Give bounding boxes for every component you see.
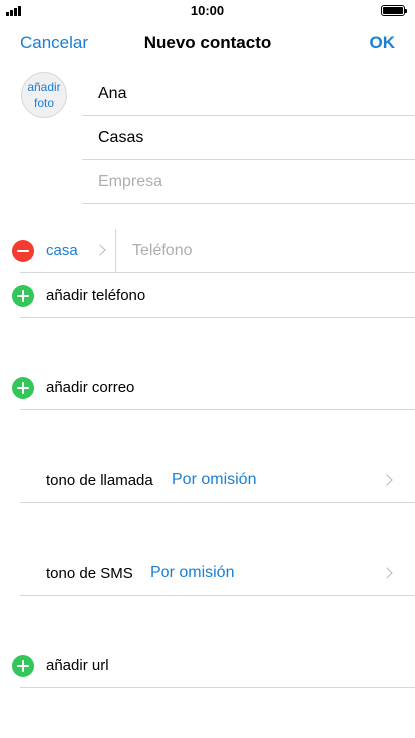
battery-level — [383, 7, 403, 14]
status-time: 10:00 — [190, 3, 225, 18]
ringtone-label: tono de llamada — [46, 472, 153, 489]
row-separator — [20, 409, 415, 410]
status-bar: 10:00 — [0, 0, 415, 22]
plus-circle-icon[interactable] — [12, 285, 34, 307]
add-phone-row[interactable]: añadir teléfono — [0, 274, 415, 318]
add-phone-label: añadir teléfono — [46, 287, 146, 304]
ringtone-row[interactable]: tono de llamada Por omisión — [0, 459, 415, 503]
chevron-right-icon — [381, 474, 393, 486]
cancel-button[interactable]: Cancelar — [20, 33, 88, 53]
phone-type-label[interactable]: casa — [46, 242, 78, 259]
last-name-field[interactable] — [82, 116, 415, 159]
sms-tone-value: Por omisión — [150, 564, 235, 581]
nav-bar: Cancelar Nuevo contacto OK — [0, 22, 415, 66]
first-name-field[interactable] — [82, 72, 415, 115]
row-separator — [20, 595, 415, 596]
phone-entry-row: casa — [0, 229, 415, 273]
first-name-row — [82, 72, 415, 116]
sms-tone-label: tono de SMS — [46, 565, 133, 582]
done-button[interactable]: OK — [370, 33, 396, 53]
add-url-label: añadir url — [46, 657, 109, 674]
chevron-right-icon[interactable] — [94, 244, 106, 256]
add-url-row[interactable]: añadir url — [0, 644, 415, 688]
company-row — [82, 160, 415, 204]
battery-icon — [381, 5, 407, 16]
phone-input[interactable] — [132, 229, 415, 273]
add-email-row[interactable]: añadir correo — [0, 366, 415, 410]
row-separator — [20, 272, 415, 273]
add-photo-label: añadir foto — [27, 80, 61, 110]
minus-circle-icon[interactable] — [12, 240, 34, 262]
row-separator — [20, 687, 415, 688]
ringtone-value: Por omisión — [172, 471, 257, 488]
add-email-label: añadir correo — [46, 379, 135, 396]
row-separator — [20, 317, 415, 318]
company-field[interactable] — [82, 160, 415, 203]
chevron-right-icon — [381, 567, 393, 579]
phone-divider — [115, 229, 116, 273]
row-separator — [20, 502, 415, 503]
plus-circle-icon[interactable] — [12, 655, 34, 677]
sms-tone-row[interactable]: tono de SMS Por omisión — [0, 552, 415, 596]
add-photo-button[interactable]: añadir foto — [21, 72, 67, 118]
last-name-row — [82, 116, 415, 160]
plus-circle-icon[interactable] — [12, 377, 34, 399]
